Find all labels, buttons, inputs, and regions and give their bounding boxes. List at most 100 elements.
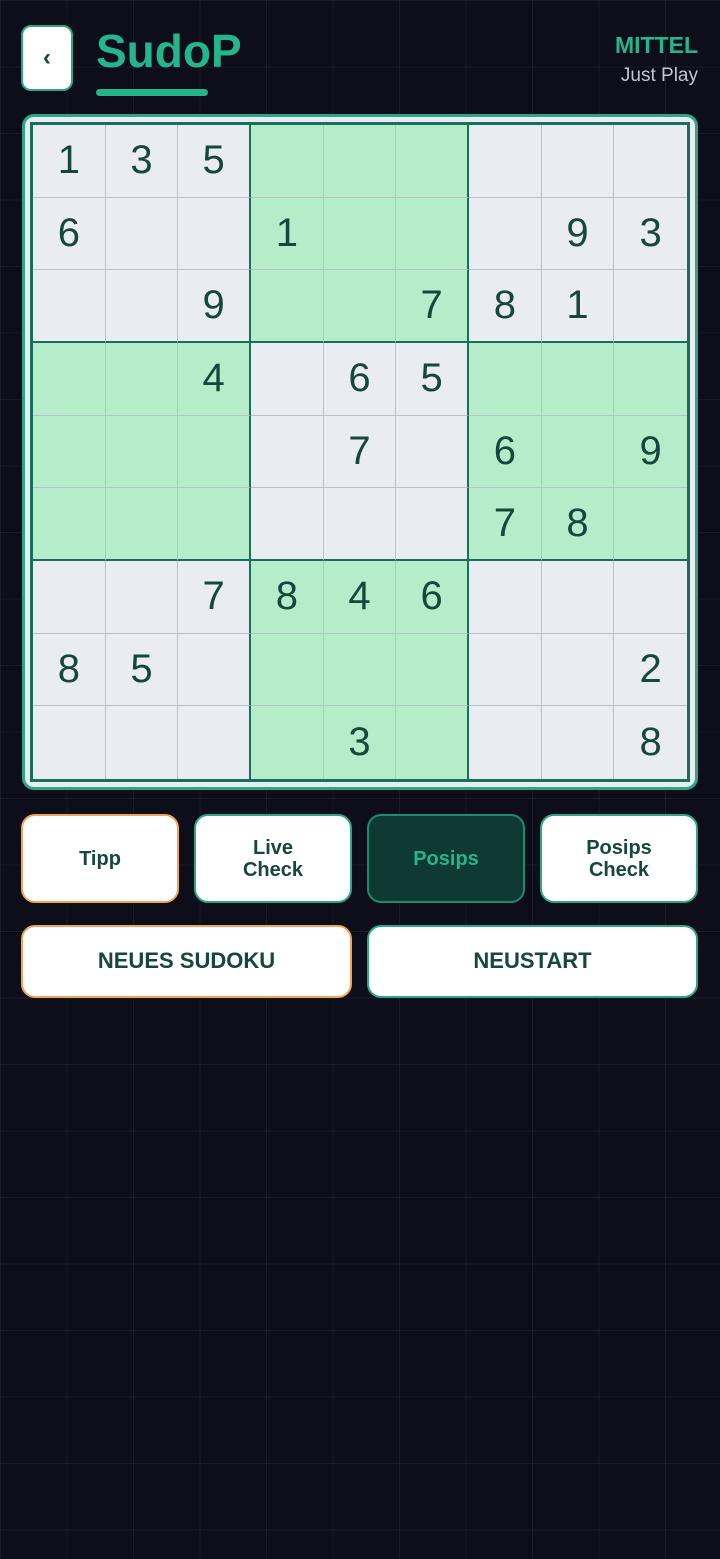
- cell-r2-c4[interactable]: 1: [250, 197, 324, 271]
- cell-r4-c4[interactable]: [250, 342, 324, 416]
- cell-r2-c5[interactable]: [323, 197, 397, 271]
- cell-r6-c1[interactable]: [33, 488, 106, 561]
- cell-r5-c9[interactable]: 9: [614, 415, 687, 489]
- live-check-button-label: Live Check: [242, 836, 304, 881]
- cell-r3-c7[interactable]: 8: [468, 270, 542, 343]
- cell-r6-c9[interactable]: [614, 488, 687, 561]
- cell-r2-c8[interactable]: 9: [541, 197, 615, 271]
- cell-r3-c1[interactable]: [33, 270, 106, 343]
- cell-r6-c5[interactable]: [323, 488, 397, 561]
- header: ‹ SudoP MITTEL Just Play: [0, 0, 720, 110]
- cell-r3-c9[interactable]: [614, 270, 687, 343]
- cell-r3-c2[interactable]: [105, 270, 179, 343]
- cell-r7-c8[interactable]: [541, 560, 615, 634]
- cell-r9-c5[interactable]: 3: [323, 706, 397, 779]
- cell-r3-c6[interactable]: 7: [396, 270, 469, 343]
- cell-r1-c6[interactable]: [396, 125, 469, 198]
- cell-r2-c9[interactable]: 3: [614, 197, 687, 271]
- cell-r6-c2[interactable]: [105, 488, 179, 561]
- cell-r5-c7[interactable]: 6: [468, 415, 542, 489]
- cell-r8-c2[interactable]: 5: [105, 633, 179, 707]
- cell-r9-c3[interactable]: [178, 706, 251, 779]
- cell-r1-c9[interactable]: [614, 125, 687, 198]
- restart-button-label: NEUSTART: [473, 948, 592, 974]
- cell-r9-c2[interactable]: [105, 706, 179, 779]
- cell-r3-c4[interactable]: [250, 270, 324, 343]
- cell-r8-c7[interactable]: [468, 633, 542, 707]
- back-button[interactable]: ‹: [21, 25, 73, 91]
- cell-r1-c2[interactable]: 3: [105, 125, 179, 198]
- title-underline: [96, 89, 208, 96]
- cell-r6-c8[interactable]: 8: [541, 488, 615, 561]
- cell-r9-c1[interactable]: [33, 706, 106, 779]
- cell-r5-c6[interactable]: [396, 415, 469, 489]
- cell-r9-c7[interactable]: [468, 706, 542, 779]
- posips-button[interactable]: Posips: [367, 814, 525, 903]
- cell-r7-c6[interactable]: 6: [396, 560, 469, 634]
- cell-r8-c6[interactable]: [396, 633, 469, 707]
- chevron-left-icon: ‹: [43, 44, 51, 71]
- cell-r3-c5[interactable]: [323, 270, 397, 343]
- cell-r6-c3[interactable]: [178, 488, 251, 561]
- cell-r1-c3[interactable]: 5: [178, 125, 251, 198]
- cell-r8-c8[interactable]: [541, 633, 615, 707]
- cell-r4-c6[interactable]: 5: [396, 342, 469, 416]
- cell-r2-c1[interactable]: 6: [33, 197, 106, 271]
- cell-r4-c1[interactable]: [33, 342, 106, 416]
- cell-r1-c8[interactable]: [541, 125, 615, 198]
- cell-r6-c4[interactable]: [250, 488, 324, 561]
- cell-r4-c8[interactable]: [541, 342, 615, 416]
- cell-r2-c2[interactable]: [105, 197, 179, 271]
- cell-r7-c1[interactable]: [33, 560, 106, 634]
- new-sudoku-button-label: NEUES SUDOKU: [97, 948, 276, 974]
- cell-r5-c3[interactable]: [178, 415, 251, 489]
- cell-r8-c3[interactable]: [178, 633, 251, 707]
- cell-r1-c1[interactable]: 1: [33, 125, 106, 198]
- cell-r9-c8[interactable]: [541, 706, 615, 779]
- app-title: SudoP: [96, 25, 242, 77]
- cell-r8-c4[interactable]: [250, 633, 324, 707]
- cell-r8-c9[interactable]: 2: [614, 633, 687, 707]
- cell-r4-c5[interactable]: 6: [323, 342, 397, 416]
- sudoku-board-frame: 1356193978146576978784685238: [22, 114, 698, 790]
- tipp-button[interactable]: Tipp: [21, 814, 179, 903]
- cell-r7-c3[interactable]: 7: [178, 560, 251, 634]
- cell-r5-c4[interactable]: [250, 415, 324, 489]
- cell-r4-c7[interactable]: [468, 342, 542, 416]
- cell-r4-c9[interactable]: [614, 342, 687, 416]
- cell-r4-c3[interactable]: 4: [178, 342, 251, 416]
- cell-r7-c2[interactable]: [105, 560, 179, 634]
- cell-r7-c7[interactable]: [468, 560, 542, 634]
- cell-r1-c7[interactable]: [468, 125, 542, 198]
- cell-r4-c2[interactable]: [105, 342, 179, 416]
- cell-r2-c7[interactable]: [468, 197, 542, 271]
- cell-r9-c9[interactable]: 8: [614, 706, 687, 779]
- cell-r3-c3[interactable]: 9: [178, 270, 251, 343]
- cell-r7-c5[interactable]: 4: [323, 560, 397, 634]
- cell-r9-c6[interactable]: [396, 706, 469, 779]
- cell-r8-c1[interactable]: 8: [33, 633, 106, 707]
- cell-r6-c7[interactable]: 7: [468, 488, 542, 561]
- cell-r5-c8[interactable]: [541, 415, 615, 489]
- cell-r5-c5[interactable]: 7: [323, 415, 397, 489]
- cell-r7-c9[interactable]: [614, 560, 687, 634]
- cell-r1-c4[interactable]: [250, 125, 324, 198]
- cell-r2-c6[interactable]: [396, 197, 469, 271]
- cell-r5-c1[interactable]: [33, 415, 106, 489]
- cell-r2-c3[interactable]: [178, 197, 251, 271]
- cell-r1-c5[interactable]: [323, 125, 397, 198]
- live-check-button[interactable]: Live Check: [194, 814, 352, 903]
- cell-r8-c5[interactable]: [323, 633, 397, 707]
- tipp-button-label: Tipp: [79, 847, 121, 870]
- posips-check-button[interactable]: Posips Check: [540, 814, 698, 903]
- cell-r7-c4[interactable]: 8: [250, 560, 324, 634]
- cell-r5-c2[interactable]: [105, 415, 179, 489]
- restart-button[interactable]: NEUSTART: [367, 925, 698, 998]
- cell-r3-c8[interactable]: 1: [541, 270, 615, 343]
- new-sudoku-button[interactable]: NEUES SUDOKU: [21, 925, 352, 998]
- cell-r9-c4[interactable]: [250, 706, 324, 779]
- mode-label: Just Play: [620, 65, 698, 86]
- difficulty-label: MITTEL: [614, 32, 698, 58]
- cell-r6-c6[interactable]: [396, 488, 469, 561]
- posips-button-label: Posips: [413, 847, 479, 870]
